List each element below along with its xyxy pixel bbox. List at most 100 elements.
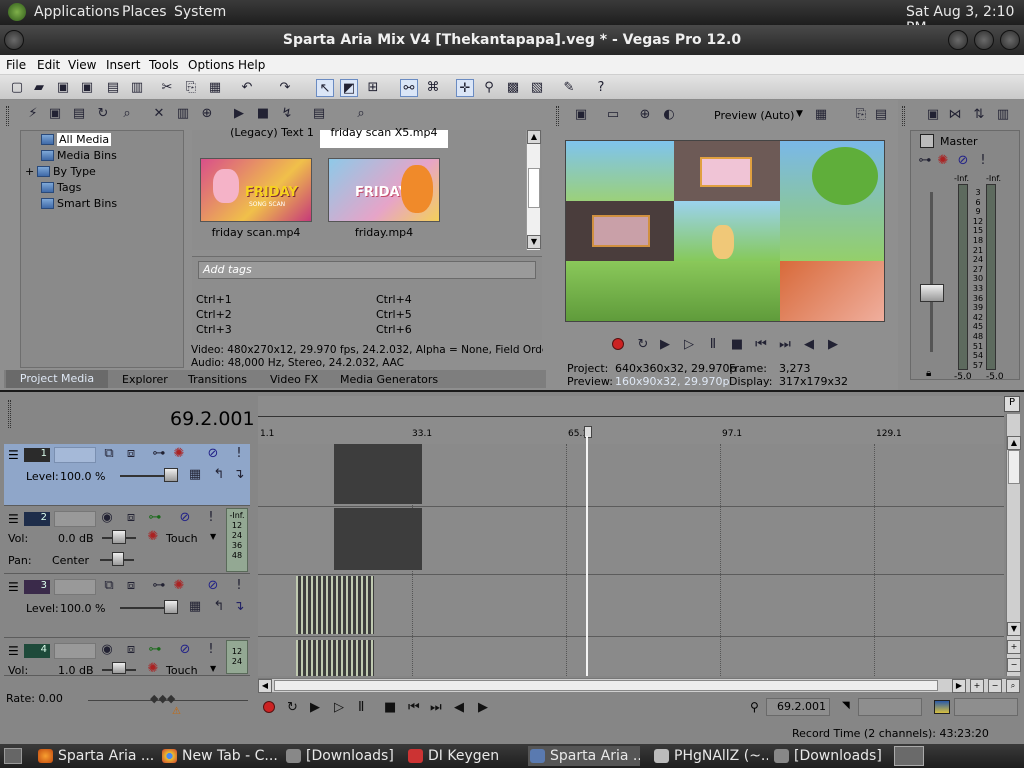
zoom-tool-icon[interactable]: ⌕ <box>1006 679 1020 693</box>
solo-icon[interactable]: ! <box>202 509 220 527</box>
expand-icon[interactable]: + <box>25 165 37 178</box>
start-preview-icon[interactable]: ▶ <box>230 105 248 123</box>
preview-quality-dropdown[interactable]: Preview (Auto) <box>714 109 794 122</box>
system-menu[interactable]: System <box>174 4 226 20</box>
save-as-icon[interactable]: ▣ <box>78 79 96 97</box>
track-fx-icon[interactable]: ⧈ <box>122 509 140 527</box>
master-bus-icon[interactable] <box>920 134 934 148</box>
media-label-friday-scan[interactable]: friday scan.mp4 <box>200 226 312 239</box>
track-name-field[interactable] <box>54 447 96 463</box>
undo-icon[interactable]: ↶ <box>238 79 256 97</box>
volume-slider[interactable] <box>112 530 126 544</box>
automation-mode[interactable]: Touch <box>166 532 198 545</box>
mute-icon[interactable]: ⊘ <box>204 577 222 595</box>
save-icon[interactable]: ▣ <box>54 79 72 97</box>
parent-icon[interactable]: ↰ <box>210 466 228 484</box>
media-fx-icon[interactable]: ✎ <box>560 79 578 97</box>
scroll-right-icon[interactable]: ▶ <box>952 679 966 693</box>
media-label-friday[interactable]: friday.mp4 <box>328 226 440 239</box>
paste-icon[interactable]: ▦ <box>206 79 224 97</box>
level-slider[interactable] <box>164 468 178 482</box>
normal-edit-tool-icon[interactable]: ↖ <box>316 79 334 97</box>
go-to-end-icon[interactable]: ⏭ <box>776 336 794 354</box>
dock-grip[interactable] <box>556 106 559 126</box>
save-snapshot-icon[interactable]: ▤ <box>872 106 890 124</box>
help-icon[interactable]: ? <box>592 79 610 97</box>
level-slider[interactable] <box>164 600 178 614</box>
loop-icon[interactable]: ↻ <box>634 336 652 354</box>
task-downloads-2[interactable]: [Downloads] <box>772 746 886 766</box>
level-value[interactable]: 100.0 % <box>60 470 105 483</box>
record-icon[interactable] <box>263 701 275 713</box>
master-mute-icon[interactable]: ⊘ <box>954 152 972 170</box>
parent-icon[interactable]: ↰ <box>210 598 228 616</box>
track-header-1[interactable]: ☰ 1 ⧉ ⧈ ⊶ ✺ ⊘ ! Level: 100.0 % ▦ ↰ ↴ <box>4 444 250 506</box>
tree-item-all-media[interactable]: All Media <box>41 133 112 146</box>
track-motion-icon[interactable]: ⧉ <box>100 577 118 595</box>
workspace-switcher[interactable] <box>894 746 924 766</box>
track-expand-icon[interactable]: ☰ <box>8 644 19 658</box>
add-tags-input[interactable]: Add tags <box>198 261 536 279</box>
media-label-legacy-text[interactable]: (Legacy) Text 1 <box>222 126 322 139</box>
automation-mode-icon[interactable]: ✺ <box>144 528 162 546</box>
stop-icon[interactable]: ■ <box>384 700 396 715</box>
mixer-fx-icon[interactable]: ⋈ <box>946 106 964 124</box>
get-media-icon[interactable]: ▤ <box>70 105 88 123</box>
track-settings-icon[interactable]: ✺ <box>170 577 188 595</box>
dock-grip[interactable] <box>8 400 11 428</box>
minimize-button[interactable] <box>948 30 968 50</box>
media-selected-item[interactable]: friday scan X5.mp4 <box>320 126 448 148</box>
media-thumb-friday-scan[interactable]: FRIDAY SONG SCAN <box>200 158 312 222</box>
tree-item-smart-bins[interactable]: Smart Bins <box>41 197 117 210</box>
task-new-tab[interactable]: New Tab - C... <box>160 746 278 766</box>
track-fx-icon[interactable]: ⊶ <box>150 445 168 463</box>
track-expand-icon[interactable]: ☰ <box>8 448 19 462</box>
external-monitor-icon[interactable]: ▭ <box>604 106 622 124</box>
selection-tool-icon[interactable]: ⊞ <box>364 79 382 97</box>
shortcut-ctrl3[interactable]: Ctrl+3 <box>196 323 232 336</box>
tree-item-tags[interactable]: Tags <box>41 181 81 194</box>
level-value[interactable]: 100.0 % <box>60 602 105 615</box>
master-solo-icon[interactable]: ! <box>974 152 992 170</box>
task-sparta-aria-2[interactable]: Sparta Aria ... <box>528 746 640 766</box>
cursor-position-field[interactable]: 69.2.001 <box>766 698 830 716</box>
tree-item-media-bins[interactable]: Media Bins <box>41 149 117 162</box>
task-downloads-1[interactable]: [Downloads] <box>284 746 398 766</box>
copy-icon[interactable]: ⎘ <box>182 79 200 97</box>
menu-insert[interactable]: Insert <box>106 58 140 72</box>
stop-icon[interactable]: ■ <box>728 336 746 354</box>
maximize-button[interactable] <box>974 30 994 50</box>
prev-frame-icon[interactable]: ◀ <box>800 336 818 354</box>
automation-mode-icon[interactable]: ✺ <box>144 660 162 678</box>
go-to-start-icon[interactable]: ⏮ <box>752 336 770 354</box>
menu-view[interactable]: View <box>68 58 96 72</box>
menu-edit[interactable]: Edit <box>37 58 60 72</box>
timeline-hscrollbar[interactable]: ◀ ▶ + − ⌕ <box>258 678 1020 693</box>
timeline-ruler[interactable]: 1.1 33.1 65.1 97.1 129.1 <box>258 396 1004 444</box>
overlays-icon[interactable]: ▦ <box>812 106 830 124</box>
track-expand-icon[interactable]: ☰ <box>8 512 19 526</box>
solo-icon[interactable]: ! <box>230 445 248 463</box>
split-screen-icon[interactable]: ◐ <box>660 106 678 124</box>
master-fx-icon[interactable]: ⊶ <box>916 152 934 170</box>
chevron-down-icon[interactable]: ▼ <box>210 664 216 673</box>
marker-icon[interactable]: ▧ <box>528 79 546 97</box>
lock-envelopes-icon[interactable]: ⚲ <box>480 79 498 97</box>
render-icon[interactable]: ▤ <box>104 79 122 97</box>
go-to-end-icon[interactable]: ⏭ <box>430 700 442 715</box>
task-phgnallz[interactable]: PHgNAllZ (~... <box>652 746 768 766</box>
shortcut-ctrl4[interactable]: Ctrl+4 <box>376 293 412 306</box>
solo-icon[interactable]: ! <box>230 577 248 595</box>
mixer-insert-icon[interactable]: ⇅ <box>970 106 988 124</box>
track-header-2[interactable]: ☰ 2 ◉ ⧈ ⊶ ⊘ ! Vol: 0.0 dB ✺ Touch ▼ Pan:… <box>4 508 250 574</box>
arm-record-icon[interactable]: ◉ <box>98 641 116 659</box>
snapping-icon[interactable]: ✛ <box>456 79 474 97</box>
track-header-4[interactable]: ☰ 4 ◉ ⧈ ⊶ ⊘ ! Vol: 1.0 dB ✺ Touch ▼ 12 2… <box>4 640 250 678</box>
mixer-meter-icon[interactable]: ▥ <box>994 106 1012 124</box>
track-name-field[interactable] <box>54 643 96 659</box>
pan-slider[interactable] <box>112 552 124 566</box>
menu-options[interactable]: Options <box>188 58 234 72</box>
scroll-up-icon[interactable]: ▲ <box>1007 436 1021 450</box>
track-expand-icon[interactable]: ☰ <box>8 580 19 594</box>
tab-project-media[interactable]: Project Media <box>6 370 108 388</box>
